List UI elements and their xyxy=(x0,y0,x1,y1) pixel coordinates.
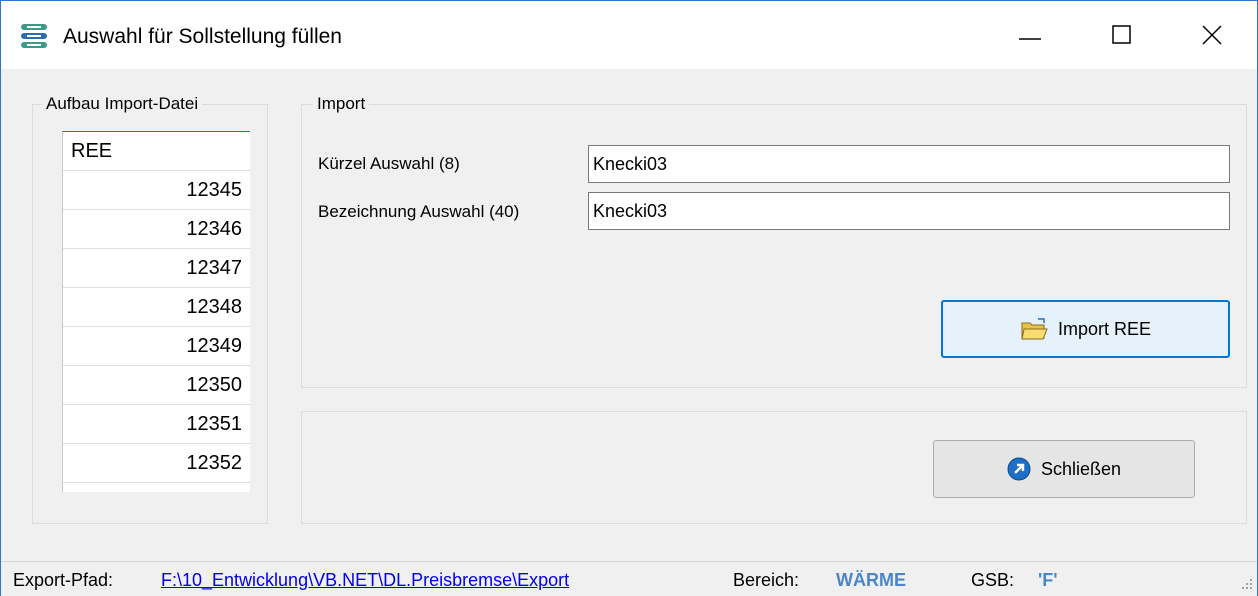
list-item[interactable]: 12349 xyxy=(63,327,250,366)
import-ree-label: Import REE xyxy=(1057,318,1152,339)
close-button[interactable]: Schließen xyxy=(933,440,1195,498)
kuerzel-label: Kürzel Auswahl (8) xyxy=(318,154,460,173)
gsb-label: GSB: xyxy=(971,570,1015,590)
maximize-icon xyxy=(1112,25,1131,44)
list-item[interactable]: 12346 xyxy=(63,210,250,249)
close-window-button[interactable] xyxy=(1167,1,1257,69)
import-structure-list[interactable]: REE 12345 12346 12347 12348 12349 12350 … xyxy=(62,131,250,492)
status-bar: Export-Pfad: F:\10_Entwicklung\VB.NET\DL… xyxy=(1,561,1257,596)
kuerzel-input[interactable]: Knecki03 xyxy=(588,145,1230,183)
import-group-label: Import xyxy=(313,94,370,114)
window-title: Auswahl für Sollstellung füllen xyxy=(63,25,342,48)
export-path-label: Export-Pfad: xyxy=(13,570,114,590)
close-icon xyxy=(1202,25,1222,45)
arrow-circle-icon xyxy=(1007,457,1031,481)
export-path-link[interactable]: F:\10_Entwicklung\VB.NET\DL.Preisbremse\… xyxy=(161,570,569,591)
app-list-icon xyxy=(21,24,47,48)
list-item[interactable]: 12351 xyxy=(63,405,250,444)
title-bar[interactable]: Auswahl für Sollstellung füllen xyxy=(1,1,1257,69)
bereich-value: WÄRME xyxy=(836,570,906,590)
resize-grip-icon[interactable] xyxy=(1239,576,1253,590)
list-item[interactable]: 12352 xyxy=(63,444,250,483)
minimize-icon xyxy=(1019,38,1041,40)
gsb-value: 'F' xyxy=(1038,570,1058,590)
bezeichnung-input[interactable]: Knecki03 xyxy=(588,192,1230,230)
import-ree-button[interactable]: Import REE xyxy=(941,300,1230,358)
list-item[interactable]: 12347 xyxy=(63,249,250,288)
list-item[interactable]: 12350 xyxy=(63,366,250,405)
maximize-button[interactable] xyxy=(1077,1,1167,69)
dialog-window: Auswahl für Sollstellung füllen Aufbau I… xyxy=(0,0,1258,596)
bezeichnung-label: Bezeichnung Auswahl (40) xyxy=(318,202,520,221)
list-header[interactable]: REE xyxy=(63,132,250,171)
list-item[interactable]: 12348 xyxy=(63,288,250,327)
minimize-button[interactable] xyxy=(985,1,1075,69)
close-button-label: Schließen xyxy=(1040,458,1122,479)
bereich-label: Bereich: xyxy=(733,570,800,590)
import-file-structure-label: Aufbau Import-Datei xyxy=(42,94,203,114)
folder-open-icon xyxy=(1021,318,1048,340)
list-item[interactable]: 12345 xyxy=(63,171,250,210)
